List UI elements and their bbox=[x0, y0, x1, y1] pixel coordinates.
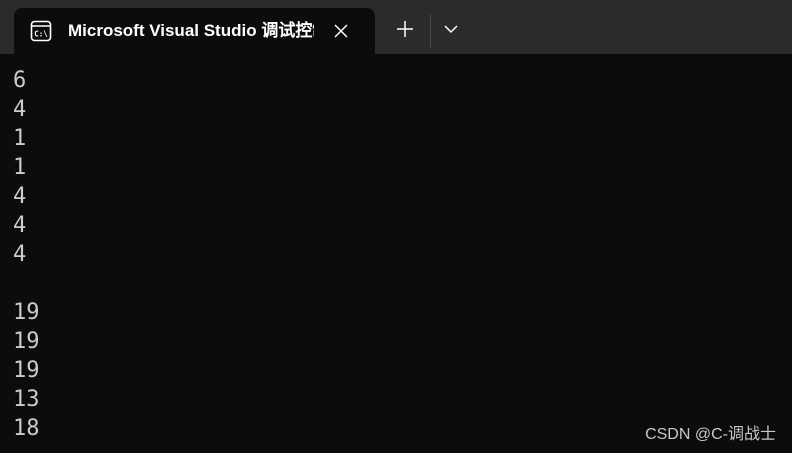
console-line: 13 bbox=[13, 387, 40, 412]
chevron-down-icon[interactable] bbox=[437, 14, 465, 44]
console-line: 4 bbox=[13, 97, 27, 122]
console-line: 19 bbox=[13, 300, 40, 325]
console-line: 4 bbox=[13, 213, 27, 238]
console-line: 1 bbox=[13, 155, 27, 180]
close-icon[interactable] bbox=[329, 19, 353, 43]
console-line: 1 bbox=[13, 126, 27, 151]
svg-text:C:\: C:\ bbox=[34, 30, 48, 39]
console-line: 4 bbox=[13, 242, 27, 267]
tab-divider bbox=[430, 14, 431, 48]
console-line: 19 bbox=[13, 358, 40, 383]
tab-debug-console[interactable]: C:\ Microsoft Visual Studio 调试控制台 bbox=[14, 8, 375, 54]
console-line: 4 bbox=[13, 184, 27, 209]
console-output[interactable]: 6 4 1 1 4 4 4 19 19 19 13 18 bbox=[0, 54, 792, 453]
terminal-window: C:\ Microsoft Visual Studio 调试控制台 bbox=[0, 0, 792, 453]
csdn-watermark: CSDN @C-调战士 bbox=[645, 426, 776, 443]
console-line: 19 bbox=[13, 329, 40, 354]
console-app-icon: C:\ bbox=[30, 20, 52, 42]
tab-title: Microsoft Visual Studio 调试控制台 bbox=[68, 21, 314, 40]
console-line: 18 bbox=[13, 416, 40, 441]
plus-icon[interactable] bbox=[390, 14, 420, 44]
title-bar: C:\ Microsoft Visual Studio 调试控制台 bbox=[0, 0, 792, 54]
console-line: 6 bbox=[13, 68, 27, 93]
